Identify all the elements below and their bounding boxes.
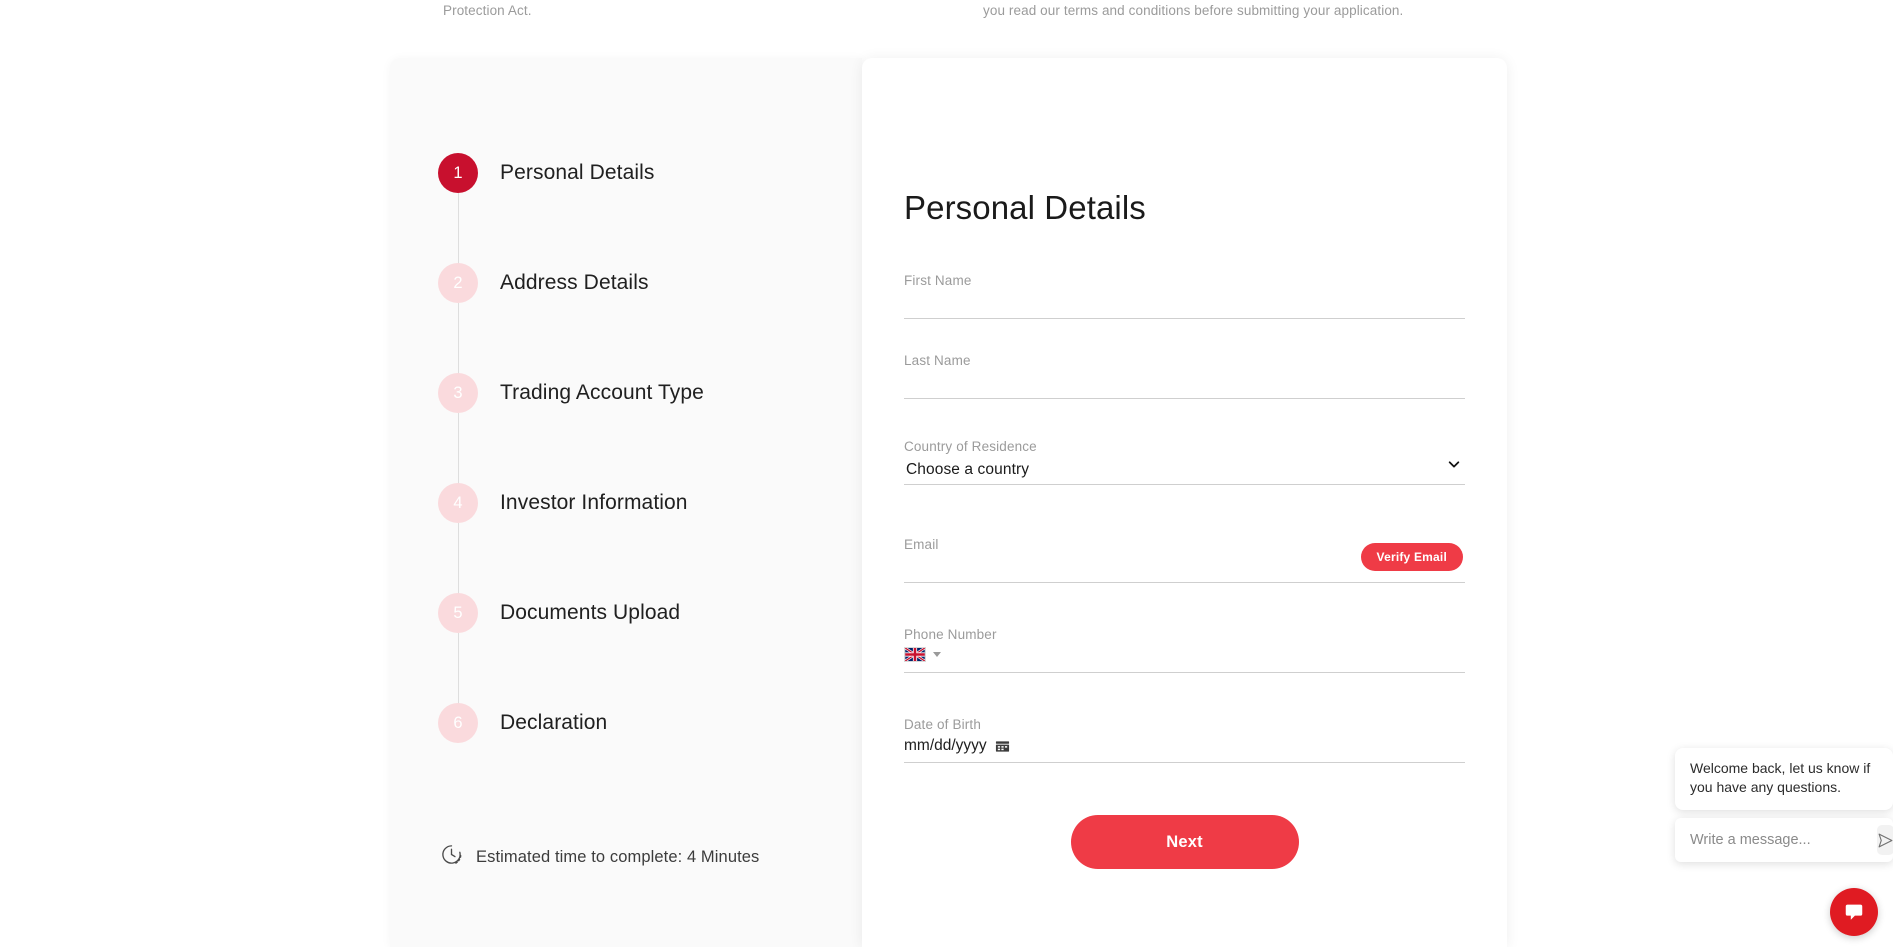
estimated-time: Estimated time to complete: 4 Minutes (440, 843, 759, 871)
first-name-input[interactable] (904, 291, 1465, 317)
intro-text-fragment-left: Protection Act. (443, 3, 532, 18)
send-icon[interactable] (1877, 825, 1893, 855)
dob-field-group: Date of Birth mm/dd/yyyy (904, 707, 1465, 763)
uk-flag-icon (904, 647, 926, 662)
step-number-badge: 6 (438, 703, 478, 743)
calendar-icon[interactable] (995, 739, 1010, 754)
phone-label: Phone Number (904, 627, 997, 642)
phone-field-group: Phone Number (904, 617, 1465, 673)
registration-wizard: 1 Personal Details 2 Address Details 3 T… (390, 58, 1507, 947)
country-field-group[interactable]: Country of Residence Choose a country (904, 429, 1465, 485)
stepper-list: 1 Personal Details 2 Address Details 3 T… (390, 118, 862, 778)
dob-input[interactable]: mm/dd/yyyy (904, 737, 1010, 755)
first-name-label: First Name (904, 273, 972, 288)
estimated-time-label: Estimated time to complete: 4 Minutes (476, 847, 760, 866)
form-inner: Personal Details First Name Last Name Co… (882, 58, 1487, 947)
step-label: Documents Upload (500, 601, 681, 624)
last-name-label: Last Name (904, 353, 971, 368)
phone-country-selector[interactable] (904, 647, 941, 662)
first-name-field-group: First Name (904, 263, 1465, 319)
sidebar-item-declaration[interactable]: 6 Declaration (390, 668, 862, 778)
step-label: Trading Account Type (500, 381, 704, 404)
email-label: Email (904, 537, 939, 552)
sidebar-item-trading-account-type[interactable]: 3 Trading Account Type (390, 338, 862, 488)
step-number-badge: 2 (438, 263, 478, 303)
next-button-row: Next (904, 815, 1465, 869)
step-number-badge: 3 (438, 373, 478, 413)
chat-welcome-message: Welcome back, let us know if you have an… (1675, 748, 1893, 810)
next-button[interactable]: Next (1070, 815, 1299, 869)
email-input[interactable] (904, 555, 1335, 581)
step-connector-line (458, 303, 460, 378)
verify-email-button[interactable]: Verify Email (1360, 543, 1463, 571)
stepper-panel: 1 Personal Details 2 Address Details 3 T… (390, 58, 862, 947)
chat-bubble-icon[interactable] (1830, 888, 1878, 936)
sidebar-item-documents-upload[interactable]: 5 Documents Upload (390, 558, 862, 708)
chat-input-row (1675, 818, 1893, 862)
clock-icon (440, 843, 463, 871)
intro-text-fragment-right: you read our terms and conditions before… (983, 3, 1404, 18)
chat-message-input[interactable] (1690, 832, 1877, 848)
step-connector-line (458, 633, 460, 708)
dob-value-text: mm/dd/yyyy (904, 737, 987, 754)
step-label: Address Details (500, 271, 649, 294)
step-label: Investor Information (500, 491, 688, 514)
step-label: Declaration (500, 711, 608, 734)
last-name-field-group: Last Name (904, 343, 1465, 399)
form-card: Personal Details First Name Last Name Co… (862, 58, 1507, 947)
chevron-down-icon[interactable] (1447, 457, 1461, 471)
step-label: Personal Details (500, 161, 655, 184)
email-field-group: Email Verify Email (904, 527, 1465, 583)
sidebar-item-personal-details[interactable]: 1 Personal Details (390, 118, 862, 268)
phone-number-input[interactable] (952, 645, 1465, 671)
sidebar-item-investor-information[interactable]: 4 Investor Information (390, 448, 862, 598)
step-number-badge: 4 (438, 483, 478, 523)
page-title: Personal Details (904, 189, 1146, 226)
country-selected-value[interactable]: Choose a country (906, 461, 1029, 479)
country-label: Country of Residence (904, 439, 1037, 454)
caret-down-icon (933, 652, 941, 657)
step-connector-line (458, 523, 460, 598)
dob-label: Date of Birth (904, 717, 981, 732)
sidebar-item-address-details[interactable]: 2 Address Details (390, 228, 862, 378)
step-number-badge: 5 (438, 593, 478, 633)
step-connector-line (458, 413, 460, 488)
step-number-badge: 1 (438, 153, 478, 193)
last-name-input[interactable] (904, 371, 1465, 397)
step-connector-line (458, 193, 460, 268)
